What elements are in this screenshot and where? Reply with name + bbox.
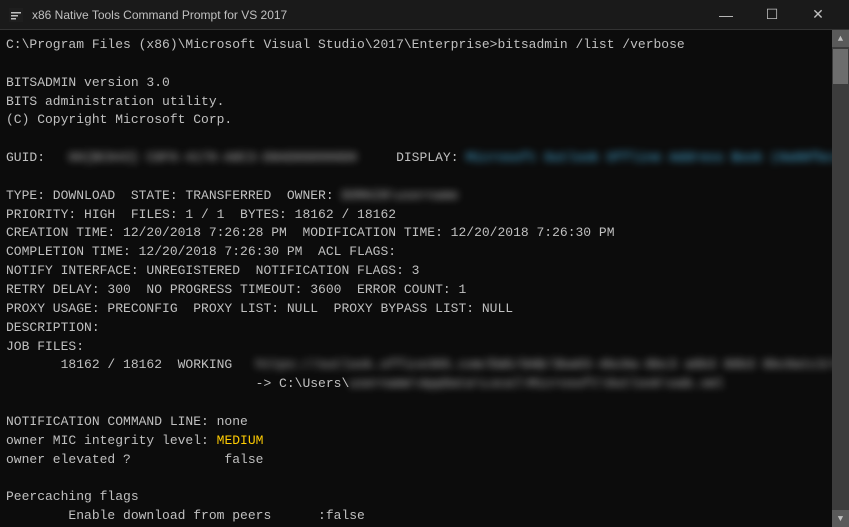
output-mic: owner MIC integrity level: MEDIUM [6, 432, 822, 451]
command-line: C:\Program Files (x86)\Microsoft Visual … [6, 36, 822, 55]
terminal-output[interactable]: C:\Program Files (x86)\Microsoft Visual … [0, 30, 832, 527]
output-line-1 [6, 55, 822, 74]
terminal-container: C:\Program Files (x86)\Microsoft Visual … [0, 30, 849, 527]
owner-value: DOMAIN\username [341, 188, 458, 203]
output-notify: NOTIFY INTERFACE: UNREGISTERED NOTIFICAT… [6, 262, 822, 281]
scroll-up-arrow[interactable]: ▲ [832, 30, 849, 47]
output-job-file-1: 18162 / 18162 WORKING https://outlook.of… [6, 356, 822, 375]
output-guid: GUID: 00{BC843} C8F6-4170-A8C3-D8AD88800… [6, 149, 822, 168]
scroll-track[interactable] [832, 47, 849, 510]
output-peercaching: Peercaching flags [6, 488, 822, 507]
app-icon [8, 7, 24, 23]
output-version: BITSADMIN version 3.0 [6, 74, 822, 93]
close-button[interactable]: ✕ [795, 0, 841, 30]
scroll-down-arrow[interactable]: ▼ [832, 510, 849, 527]
output-completion: COMPLETION TIME: 12/20/2018 7:26:30 PM A… [6, 243, 822, 262]
maximize-button[interactable]: ☐ [749, 0, 795, 30]
file-url-value: https://outlook.office365.com/EWS/OAB/3b… [256, 357, 832, 372]
output-type: TYPE: DOWNLOAD STATE: TRANSFERRED OWNER:… [6, 187, 822, 206]
output-elevated: owner elevated ? false [6, 451, 822, 470]
output-blank2 [6, 168, 822, 187]
guid-value: 00{BC843} C8F6-4170-A8C3-D8AD888000D0 [68, 150, 357, 165]
output-admin: BITS administration utility. [6, 93, 822, 112]
output-proxy: PROXY USAGE: PRECONFIG PROXY LIST: NULL … [6, 300, 822, 319]
minimize-button[interactable]: — [703, 0, 749, 30]
output-creation: CREATION TIME: 12/20/2018 7:26:28 PM MOD… [6, 224, 822, 243]
integrity-value: MEDIUM [217, 433, 264, 448]
title-bar-left: x86 Native Tools Command Prompt for VS 2… [8, 7, 287, 23]
window-title: x86 Native Tools Command Prompt for VS 2… [32, 8, 287, 22]
output-retry: RETRY DELAY: 300 NO PROGRESS TIMEOUT: 36… [6, 281, 822, 300]
output-job-file-2: -> C:\Users\username\AppData\Local\Micro… [6, 375, 822, 394]
output-priority: PRIORITY: HIGH FILES: 1 / 1 BYTES: 18162… [6, 206, 822, 225]
scrollbar[interactable]: ▲ ▼ [832, 30, 849, 527]
scroll-thumb[interactable] [833, 49, 848, 84]
output-notification-cmd: NOTIFICATION COMMAND LINE: none [6, 413, 822, 432]
display-value: Microsoft Outlook Offline Address Book (… [466, 150, 832, 165]
output-blank4 [6, 469, 822, 488]
output-blank3 [6, 394, 822, 413]
output-copyright: (C) Copyright Microsoft Corp. [6, 111, 822, 130]
output-peer-download: Enable download from peers :false [6, 507, 822, 526]
output-blank1 [6, 130, 822, 149]
window-controls: — ☐ ✕ [703, 0, 841, 30]
title-bar: x86 Native Tools Command Prompt for VS 2… [0, 0, 849, 30]
output-job-files: JOB FILES: [6, 338, 822, 357]
local-path-value: username\AppData\Local\Microsoft\Outlook… [349, 376, 723, 391]
output-description: DESCRIPTION: [6, 319, 822, 338]
